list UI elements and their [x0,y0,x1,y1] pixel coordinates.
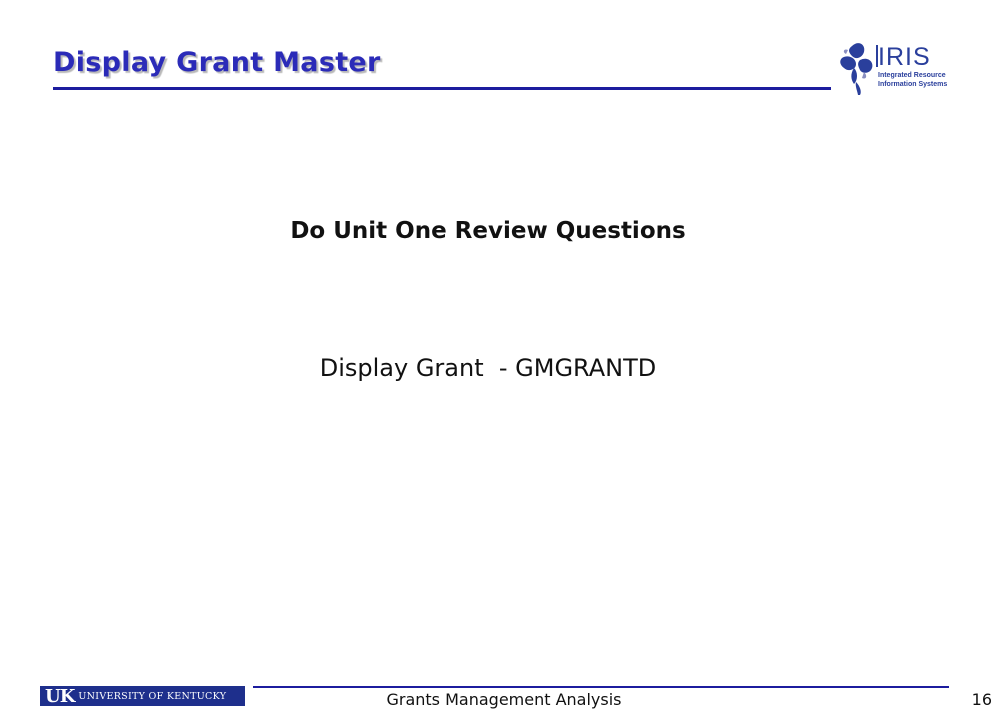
iris-flower-icon: IRIS Integrated Resource Information Sys… [840,43,947,95]
transaction-code-line: Display Grant - GMGRANTD [319,354,657,382]
iris-logo-mark: IRIS [878,43,931,71]
review-heading: Do Unit One Review Questions [290,218,686,244]
page-number: 16 [971,690,992,709]
footer-title: Grants Management Analysis [386,690,622,709]
slide-title: Display Grant Master [53,47,381,78]
footer-rule [253,686,949,688]
iris-logo: IRIS Integrated Resource Information Sys… [838,38,968,96]
iris-logo-subtitle-1: Integrated Resource [878,72,946,79]
title-underline [53,87,831,90]
iris-logo-subtitle-2: Information Systems [878,81,947,88]
